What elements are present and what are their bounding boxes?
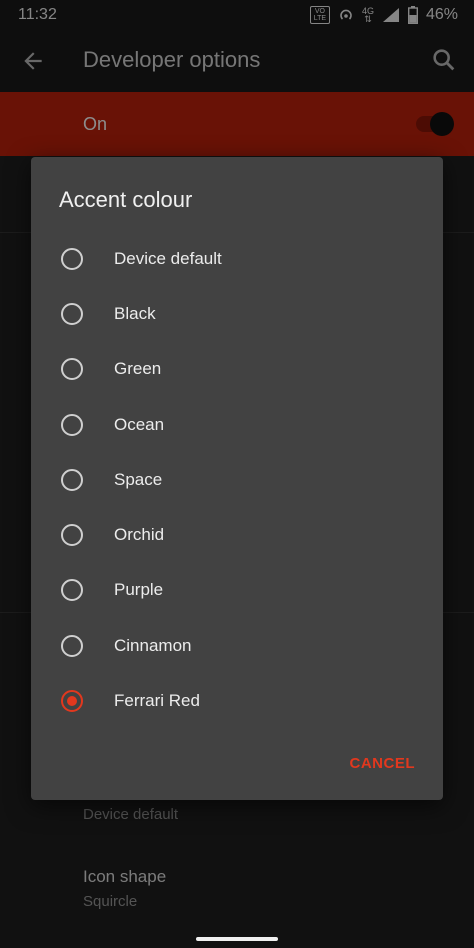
radio-button[interactable] [61, 523, 83, 546]
radio-button[interactable] [61, 247, 83, 270]
accent-colour-dialog: Accent colour Device default Black Green… [31, 157, 443, 800]
radio-button[interactable] [61, 634, 83, 657]
option-label: Black [114, 303, 156, 323]
radio-button[interactable] [61, 302, 83, 325]
option-space[interactable]: Space [31, 452, 443, 507]
option-label: Ocean [114, 414, 165, 434]
option-black[interactable]: Black [31, 286, 443, 341]
radio-button[interactable] [61, 357, 83, 380]
option-green[interactable]: Green [31, 341, 443, 396]
option-label: Cinnamon [114, 635, 192, 655]
option-ferrari-red[interactable]: Ferrari Red [31, 673, 443, 728]
radio-button-selected[interactable] [61, 689, 83, 712]
option-orchid[interactable]: Orchid [31, 507, 443, 562]
option-label: Purple [114, 579, 164, 599]
dialog-title: Accent colour [59, 187, 193, 212]
option-label: Green [114, 358, 162, 378]
option-label: Space [114, 469, 163, 489]
option-label: Device default [114, 248, 222, 268]
radio-button[interactable] [61, 468, 83, 491]
option-label: Ferrari Red [114, 690, 200, 710]
option-device-default[interactable]: Device default [31, 231, 443, 286]
option-label: Orchid [114, 524, 165, 544]
cancel-button[interactable]: CANCEL [350, 755, 416, 772]
gesture-nav-handle[interactable] [196, 937, 278, 941]
radio-button[interactable] [61, 413, 83, 436]
option-ocean[interactable]: Ocean [31, 397, 443, 452]
radio-button[interactable] [61, 578, 83, 601]
option-cinnamon[interactable]: Cinnamon [31, 618, 443, 673]
option-purple[interactable]: Purple [31, 562, 443, 617]
